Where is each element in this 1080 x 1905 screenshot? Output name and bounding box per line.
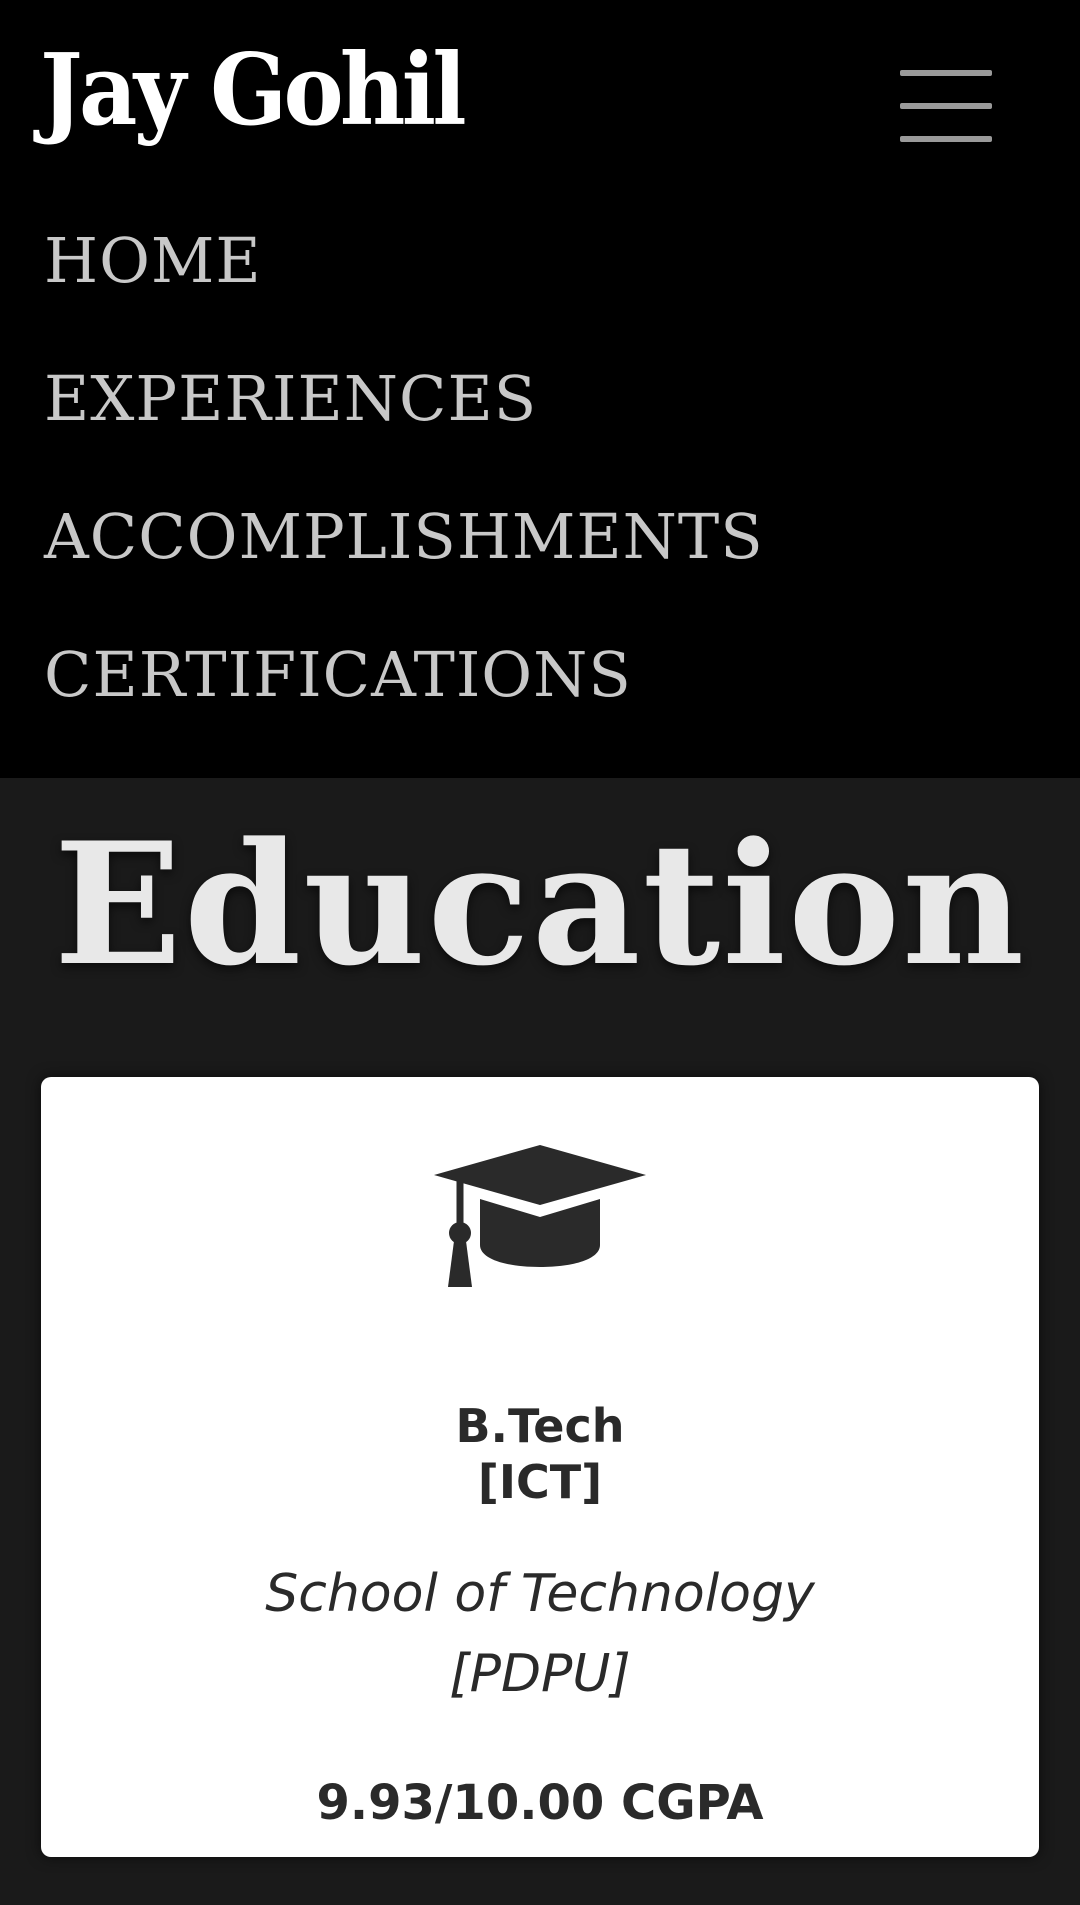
brand-logo[interactable]: Jay Gohil	[40, 42, 467, 140]
degree-branch: [ICT]	[477, 1455, 603, 1509]
school-abbreviation: [PDPU]	[449, 1644, 631, 1704]
nav-item-home[interactable]: HOME	[44, 230, 764, 368]
hamburger-line	[900, 103, 992, 109]
hamburger-line	[900, 70, 992, 76]
nav-menu: HOME EXPERIENCES ACCOMPLISHMENTS CERTIFI…	[44, 230, 764, 782]
navbar: Jay Gohil HOME EXPERIENCES ACCOMPLISHMEN…	[0, 0, 1080, 778]
hamburger-line	[900, 136, 992, 142]
hamburger-menu-icon[interactable]	[900, 70, 992, 142]
nav-item-certifications[interactable]: CERTIFICATIONS	[44, 644, 764, 782]
cgpa-score: 9.93/10.00 CGPA	[316, 1775, 764, 1831]
nav-item-accomplishments[interactable]: ACCOMPLISHMENTS	[44, 506, 764, 644]
school-name: School of Technology	[265, 1564, 815, 1624]
section-title: Education	[53, 805, 1027, 1003]
nav-item-experiences[interactable]: EXPERIENCES	[44, 368, 764, 506]
degree-name: B.Tech	[455, 1399, 625, 1453]
graduation-cap-icon	[434, 1145, 646, 1287]
